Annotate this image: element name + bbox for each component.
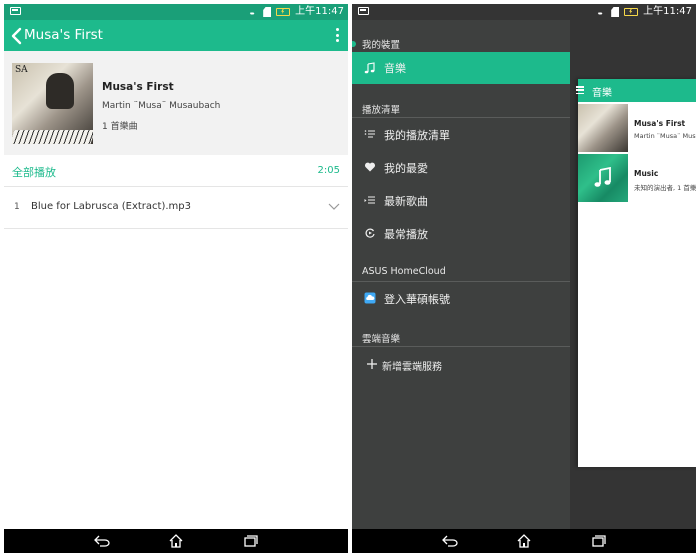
battery-charging-icon [276, 8, 291, 16]
recent-apps-icon[interactable] [589, 534, 607, 548]
active-indicator [352, 41, 356, 47]
sim-icon [263, 7, 272, 17]
music-list-panel: 音樂 Musa's First Martin ¨Musa¨ Musaub Mus… [576, 79, 696, 467]
sim-icon [611, 7, 620, 17]
status-bar: 上午11:47 [352, 4, 696, 20]
list-item-title: Musa's First [634, 119, 686, 128]
home-nav-icon[interactable] [167, 534, 185, 548]
drawer-item-label: 新增雲端服務 [382, 362, 442, 373]
album-header: SA Musa's First Martin ¨Musa¨ Musaubach … [4, 51, 348, 155]
notification-icon [358, 7, 369, 15]
music-list-title: 音樂 [592, 88, 612, 99]
playlist-icon [364, 130, 375, 138]
battery-charging-icon [624, 8, 639, 16]
album-track-count: 1 首樂曲 [102, 122, 138, 132]
recent-apps-icon[interactable] [241, 534, 259, 548]
list-item-subtitle: 未知的演出者, 1 首樂 [634, 184, 696, 192]
new-songs-icon [364, 196, 375, 204]
music-thumbnail [578, 154, 628, 202]
back-nav-icon[interactable] [441, 534, 459, 548]
status-time: 上午11:47 [295, 6, 344, 17]
home-nav-icon[interactable] [515, 534, 533, 548]
drawer-section-playlist: 播放清單 [362, 105, 401, 116]
music-note-icon [364, 62, 375, 74]
overflow-menu-icon[interactable] [334, 28, 340, 42]
plus-icon [367, 359, 377, 369]
album-detail-screen: 上午11:47 Musa's First SA Musa's First Mar… [4, 4, 348, 553]
drawer-item-add-cloud[interactable]: 新增雲端服務 [352, 351, 570, 379]
list-item[interactable]: Music 未知的演出者, 1 首樂 [578, 154, 696, 202]
notification-icon [10, 7, 21, 15]
wifi-icon [594, 8, 606, 17]
most-played-icon [365, 228, 375, 238]
drawer-item-label: 我的最愛 [384, 162, 428, 175]
action-bar: 上午11:47 Musa's First [4, 4, 348, 51]
navigation-bar [4, 529, 348, 553]
wifi-icon [246, 8, 258, 17]
drawer-section-cloud: 雲端音樂 [362, 334, 401, 345]
play-all-label: 全部播放 [12, 166, 56, 179]
drawer-item-label: 我的播放清單 [384, 129, 450, 142]
drawer-item-label: 音樂 [384, 62, 406, 75]
screenshot-stage: 上午11:47 Musa's First SA Musa's First Mar… [0, 0, 700, 559]
total-duration: 2:05 [317, 165, 340, 176]
play-all-button[interactable]: 全部播放 2:05 [4, 155, 348, 187]
music-list-action-bar: 音樂 [576, 79, 696, 102]
status-time: 上午11:47 [643, 6, 692, 17]
navigation-bar [352, 529, 696, 553]
chevron-down-icon[interactable] [328, 200, 340, 212]
homecloud-icon [364, 292, 376, 304]
heart-icon [364, 162, 376, 172]
drawer-item-label: 最新歌曲 [384, 195, 428, 208]
music-note-icon [594, 167, 611, 187]
album-art: SA [12, 63, 93, 144]
drawer-item-label: 登入華碩帳號 [384, 293, 450, 306]
status-bar: 上午11:47 [4, 4, 348, 20]
page-title: Musa's First [24, 27, 103, 43]
drawer-section-homecloud: ASUS HomeCloud [362, 266, 446, 277]
back-nav-icon[interactable] [93, 534, 111, 548]
track-row[interactable]: 1 Blue for Labrusca (Extract).mp3 [4, 187, 348, 229]
list-item-subtitle: Martin ¨Musa¨ Musaub [634, 132, 696, 140]
track-name: Blue for Labrusca (Extract).mp3 [31, 201, 191, 212]
album-artist: Martin ¨Musa¨ Musaubach [102, 101, 221, 111]
music-drawer-screen: 上午11:47 音樂 Musa's First Martin ¨Musa¨ Mu… [352, 4, 696, 553]
drawer-item-most-played[interactable]: 最常播放 [352, 220, 570, 248]
drawer-item-favorites[interactable]: 我的最愛 [352, 154, 570, 182]
album-thumbnail [578, 104, 628, 152]
menu-icon[interactable] [576, 86, 584, 94]
drawer-item-newest[interactable]: 最新歌曲 [352, 187, 570, 215]
track-number: 1 [14, 202, 20, 212]
drawer-item-music[interactable]: 音樂 [352, 52, 570, 84]
list-item[interactable]: Musa's First Martin ¨Musa¨ Musaub [578, 104, 696, 152]
drawer-item-label: 最常播放 [384, 228, 428, 241]
list-item-title: Music [634, 169, 659, 178]
chevron-left-icon[interactable] [10, 26, 24, 46]
album-title: Musa's First [102, 81, 174, 93]
drawer-section-device: 我的裝置 [362, 40, 401, 51]
navigation-drawer: 我的裝置 音樂 播放清單 我的播放清單 我的最愛 最新歌曲 最常播放 ASUS … [352, 20, 570, 529]
drawer-item-my-playlist[interactable]: 我的播放清單 [352, 121, 570, 149]
drawer-item-login[interactable]: 登入華碩帳號 [352, 285, 570, 313]
album-art-text: SA [15, 65, 28, 75]
